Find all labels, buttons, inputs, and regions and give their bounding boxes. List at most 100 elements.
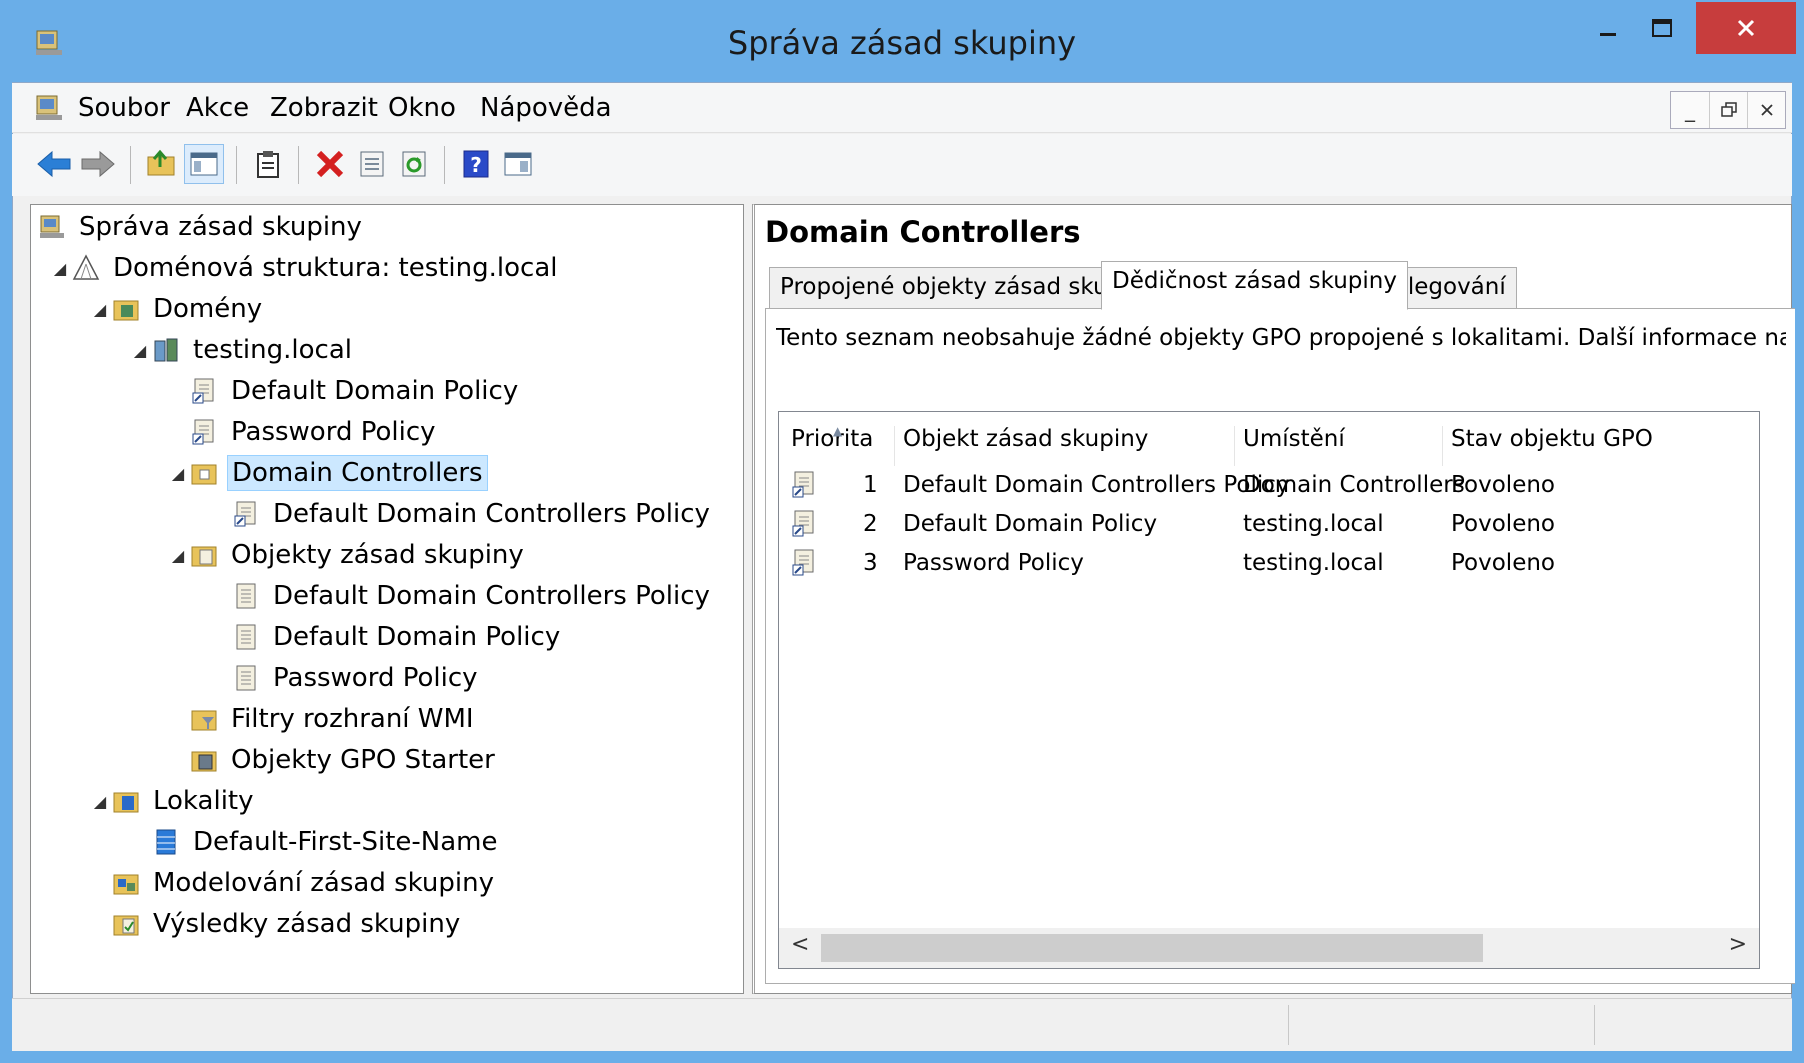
list-header: ▲ Priorita Objekt zásad skupiny Umístění… <box>779 412 1759 468</box>
sort-ascending-icon: ▲ <box>833 424 843 438</box>
menu-file[interactable]: Soubor <box>78 93 170 123</box>
wmi-filter-folder-icon <box>189 704 219 734</box>
modeling-icon <box>111 868 141 898</box>
tree-item-sites[interactable]: ◢ Lokality <box>89 781 258 821</box>
menu-view[interactable]: Zobrazit <box>270 93 378 123</box>
tree-item-gp-results[interactable]: Výsledky zásad skupiny <box>111 904 464 944</box>
up-folder-icon[interactable] <box>142 144 182 184</box>
cell-status: Povoleno <box>1451 550 1555 576</box>
gpo-link-icon <box>189 417 219 447</box>
tree-item-ddcp-link[interactable]: Default Domain Controllers Policy <box>231 494 714 534</box>
clipboard-icon[interactable] <box>248 144 288 184</box>
results-icon <box>111 909 141 939</box>
starter-gpo-folder-icon <box>189 745 219 775</box>
cell-gpo: Default Domain Controllers Policy <box>903 472 1290 498</box>
ou-folder-icon <box>189 458 219 488</box>
collapse-triangle-icon[interactable]: ◢ <box>89 792 111 811</box>
tab-content: Tento seznam neobsahuje žádné objekty GP… <box>765 308 1795 984</box>
tree-item-domains[interactable]: ◢ Domény <box>89 289 266 329</box>
gpo-scroll-icon <box>231 581 261 611</box>
tree-item-domain[interactable]: ◢ testing.local <box>129 330 356 370</box>
help-icon[interactable]: ? <box>456 144 496 184</box>
collapse-triangle-icon[interactable]: ◢ <box>49 259 71 278</box>
info-text: Tento seznam neobsahuje žádné objekty GP… <box>776 325 1786 351</box>
site-icon <box>151 827 181 857</box>
horizontal-scrollbar[interactable]: < > <box>779 928 1759 968</box>
menu-window[interactable]: Okno <box>388 93 456 123</box>
cell-gpo: Default Domain Policy <box>903 511 1158 537</box>
maximize-button[interactable] <box>1640 6 1684 52</box>
tree-item-starter-gpos[interactable]: Objekty GPO Starter <box>189 740 499 780</box>
tree-item-root[interactable]: Správa zásad skupiny <box>37 207 366 247</box>
forest-icon <box>71 253 101 283</box>
scroll-left-icon[interactable]: < <box>791 932 809 957</box>
cell-priority: 3 <box>863 550 878 576</box>
tree-item-gp-modeling[interactable]: Modelování zásad skupiny <box>111 863 498 903</box>
gpo-scroll-icon <box>231 622 261 652</box>
tree-item-site[interactable]: Default-First-Site-Name <box>151 822 501 862</box>
forward-arrow-icon[interactable] <box>78 144 118 184</box>
collapse-triangle-icon[interactable]: ◢ <box>129 341 151 360</box>
minimize-button[interactable] <box>1586 6 1630 52</box>
column-header-location[interactable]: Umístění <box>1235 426 1443 466</box>
refresh-icon[interactable] <box>394 144 434 184</box>
tree-item-gpo-ddp[interactable]: Default Domain Policy <box>231 617 564 657</box>
cell-location: testing.local <box>1243 511 1384 537</box>
table-row[interactable]: 1 Default Domain Controllers Policy Doma… <box>779 468 1759 506</box>
mdi-controls: _ <box>1670 91 1786 129</box>
collapse-triangle-icon[interactable]: ◢ <box>167 546 189 565</box>
tree-item-gpo-ddcp[interactable]: Default Domain Controllers Policy <box>231 576 714 616</box>
app-window: Správa zásad skupiny Soubor Akce Zobrazi… <box>0 0 1804 1063</box>
domain-icon <box>151 335 181 365</box>
gpo-link-icon <box>189 376 219 406</box>
cell-status: Povoleno <box>1451 472 1555 498</box>
collapse-triangle-icon[interactable]: ◢ <box>89 300 111 319</box>
tree-item-forest[interactable]: ◢ Doménová struktura: testing.local <box>49 248 562 288</box>
mdi-system-icon[interactable] <box>34 93 64 123</box>
table-row[interactable]: 3 Password Policy testing.local Povoleno <box>779 546 1759 584</box>
window-title: Správa zásad skupiny <box>727 24 1077 62</box>
cell-status: Povoleno <box>1451 511 1555 537</box>
mdi-minimize-button[interactable]: _ <box>1671 92 1709 128</box>
page-title: Domain Controllers <box>765 215 1081 249</box>
status-bar <box>12 998 1792 1051</box>
table-row[interactable]: 2 Default Domain Policy testing.local Po… <box>779 507 1759 545</box>
column-header-priority[interactable]: ▲ Priorita <box>783 424 895 466</box>
gpo-link-icon <box>791 470 817 506</box>
cell-gpo: Password Policy <box>903 550 1084 576</box>
cell-location: testing.local <box>1243 550 1384 576</box>
mdi-restore-button[interactable] <box>1709 92 1747 128</box>
gpo-link-icon <box>791 509 817 545</box>
scroll-right-icon[interactable]: > <box>1729 932 1747 957</box>
tree-item-domain-controllers[interactable]: ◢ Domain Controllers <box>167 453 488 493</box>
tree-item-wmi-filters[interactable]: Filtry rozhraní WMI <box>189 699 478 739</box>
tree-item-password-policy-link[interactable]: Password Policy <box>189 412 440 452</box>
gpo-link-icon <box>791 548 817 584</box>
scrollbar-thumb[interactable] <box>821 934 1483 962</box>
mdi-close-button[interactable] <box>1747 92 1785 128</box>
title-bar: Správa zásad skupiny <box>0 0 1804 82</box>
tab-gp-inheritance[interactable]: Dědičnost zásad skupiny <box>1101 261 1408 310</box>
close-button[interactable] <box>1696 2 1796 54</box>
gpo-scroll-icon <box>231 663 261 693</box>
menu-action[interactable]: Akce <box>186 93 249 123</box>
delete-icon[interactable] <box>310 144 350 184</box>
details-pane: Domain Controllers Propojené objekty zás… <box>752 204 1795 994</box>
cell-priority: 2 <box>863 511 878 537</box>
inheritance-list: ▲ Priorita Objekt zásad skupiny Umístění… <box>778 411 1760 969</box>
show-hide-action-pane-icon[interactable] <box>498 144 538 184</box>
menu-bar: Soubor Akce Zobrazit Okno Nápověda _ <box>12 83 1792 133</box>
tree-item-ddp-link[interactable]: Default Domain Policy <box>189 371 522 411</box>
back-arrow-icon[interactable] <box>34 144 74 184</box>
column-header-status[interactable]: Stav objektu GPO <box>1443 426 1759 466</box>
tree-item-gpo-container[interactable]: ◢ Objekty zásad skupiny <box>167 535 528 575</box>
properties-icon[interactable] <box>352 144 392 184</box>
gpo-folder-icon <box>189 540 219 570</box>
gpmc-icon <box>37 212 67 242</box>
menu-help[interactable]: Nápověda <box>480 93 612 123</box>
tree-item-gpo-password-policy[interactable]: Password Policy <box>231 658 482 698</box>
column-header-gpo[interactable]: Objekt zásad skupiny <box>895 426 1235 466</box>
collapse-triangle-icon[interactable]: ◢ <box>167 464 189 483</box>
cell-location: Domain Controllers <box>1243 472 1465 498</box>
show-hide-tree-icon[interactable] <box>184 144 224 184</box>
